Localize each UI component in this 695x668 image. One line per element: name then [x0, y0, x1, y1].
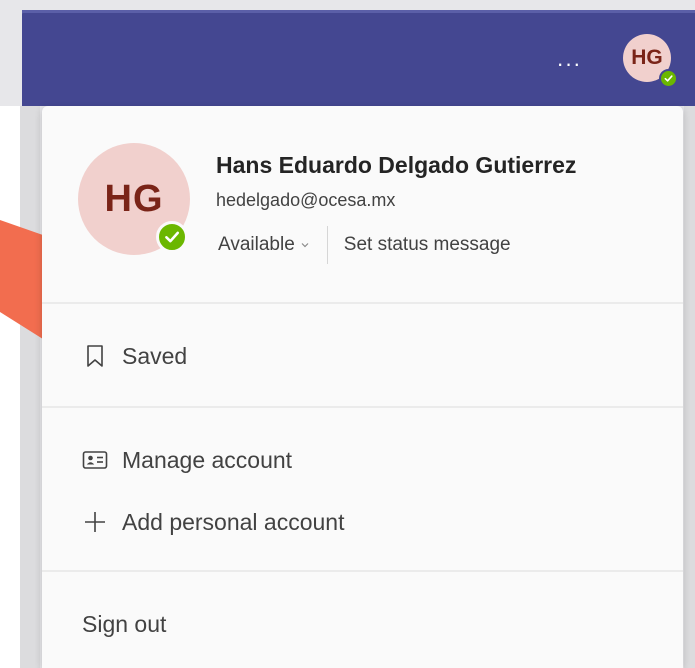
user-display-name: Hans Eduardo Delgado Gutierrez [216, 152, 577, 178]
app-header-bar: ··· HG [22, 10, 695, 106]
status-row: Available Set status message [218, 226, 511, 264]
saved-menu-item[interactable]: Saved [82, 336, 187, 376]
sign-out-label: Sign out [82, 610, 167, 637]
status-separator [326, 226, 328, 264]
presence-available-icon [659, 69, 678, 88]
set-status-message-button[interactable]: Set status message [344, 234, 511, 256]
presence-available-icon [156, 221, 188, 253]
status-dropdown-button[interactable]: Available [218, 234, 309, 256]
manage-account-menu-item[interactable]: Manage account [82, 440, 292, 480]
presence-badge-wrap [78, 143, 190, 255]
manage-account-label: Manage account [122, 446, 293, 473]
avatar-initials: HG [631, 46, 663, 69]
divider [42, 406, 683, 408]
profile-card-panel: HG Hans Eduardo Delgado Gutierrez hedelg… [42, 106, 683, 668]
contact-card-icon [82, 447, 108, 473]
header-top-line [22, 10, 695, 13]
sign-out-menu-item[interactable]: Sign out [82, 604, 166, 644]
background-sidebar [0, 106, 40, 668]
background-strip [0, 106, 20, 668]
more-options-button[interactable]: ··· [555, 53, 583, 78]
status-label: Available [218, 234, 295, 255]
add-personal-account-label: Add personal account [122, 508, 345, 535]
bookmark-icon [82, 343, 108, 369]
user-email: hedelgado@ocesa.mx [216, 190, 396, 210]
plus-icon [82, 509, 108, 535]
add-personal-account-menu-item[interactable]: Add personal account [82, 502, 345, 542]
saved-label: Saved [122, 342, 188, 369]
profile-avatar-button[interactable]: HG [623, 34, 678, 88]
background-right-edge [684, 106, 695, 668]
chevron-down-icon [301, 239, 309, 251]
divider [42, 570, 683, 572]
divider [42, 302, 683, 304]
